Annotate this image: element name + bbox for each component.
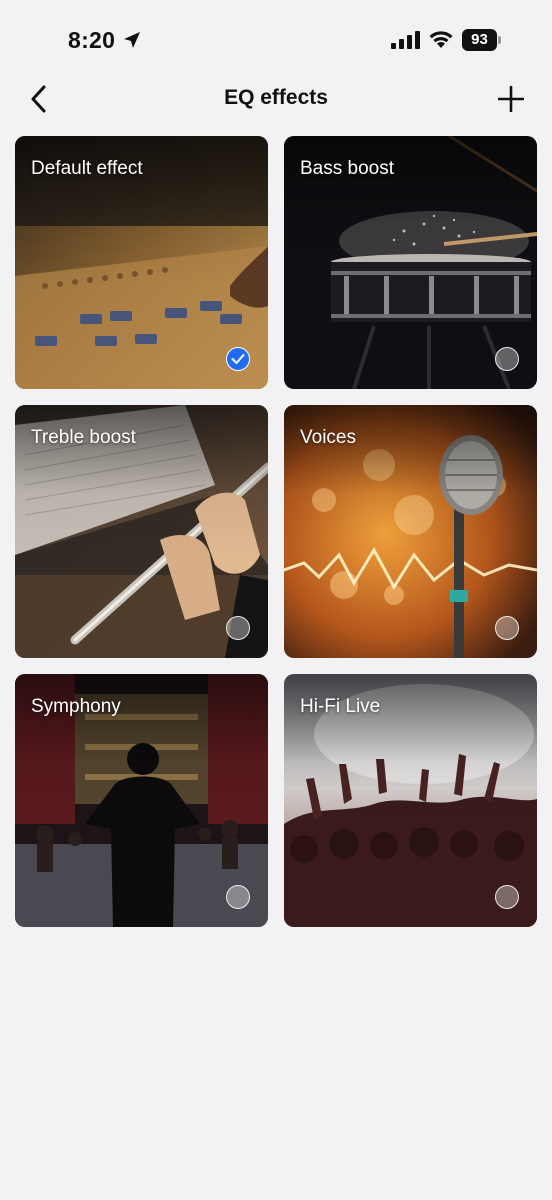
plus-icon xyxy=(498,86,524,112)
effect-label: Voices xyxy=(300,427,356,448)
page-title: EQ effects xyxy=(224,86,328,109)
effect-label: Treble boost xyxy=(31,427,136,448)
select-radio[interactable] xyxy=(495,347,519,371)
wifi-icon xyxy=(429,31,453,48)
location-arrow-icon xyxy=(124,32,140,48)
selected-checkmark[interactable] xyxy=(226,347,250,371)
effect-label: Symphony xyxy=(31,696,121,717)
effect-card-hifi-live[interactable]: Hi-Fi Live xyxy=(284,674,537,927)
select-radio[interactable] xyxy=(495,616,519,640)
effects-grid: Default effect Bass boost Treble boost V… xyxy=(15,136,537,927)
effect-label: Default effect xyxy=(31,158,143,179)
select-radio[interactable] xyxy=(226,616,250,640)
battery-level: 93 xyxy=(462,29,497,51)
status-bar: 8:20 93 xyxy=(0,0,552,80)
select-radio[interactable] xyxy=(495,885,519,909)
effect-card-bass-boost[interactable]: Bass boost xyxy=(284,136,537,389)
cellular-signal-icon xyxy=(391,31,420,49)
nav-header: EQ effects xyxy=(0,76,552,122)
checkmark-icon xyxy=(231,354,245,364)
battery-tip xyxy=(498,36,501,44)
status-time: 8:20 xyxy=(68,27,116,53)
effect-label: Hi-Fi Live xyxy=(300,696,381,717)
battery-indicator: 93 xyxy=(462,29,502,51)
effect-card-voices[interactable]: Voices xyxy=(284,405,537,658)
add-effect-button[interactable] xyxy=(494,82,528,116)
effect-card-default[interactable]: Default effect xyxy=(15,136,268,389)
screen: 8:20 93 EQ effects Default effect Bass b… xyxy=(0,0,552,1200)
select-radio[interactable] xyxy=(226,885,250,909)
effect-label: Bass boost xyxy=(300,158,394,179)
effect-card-symphony[interactable]: Symphony xyxy=(15,674,268,927)
effect-card-treble-boost[interactable]: Treble boost xyxy=(15,405,268,658)
